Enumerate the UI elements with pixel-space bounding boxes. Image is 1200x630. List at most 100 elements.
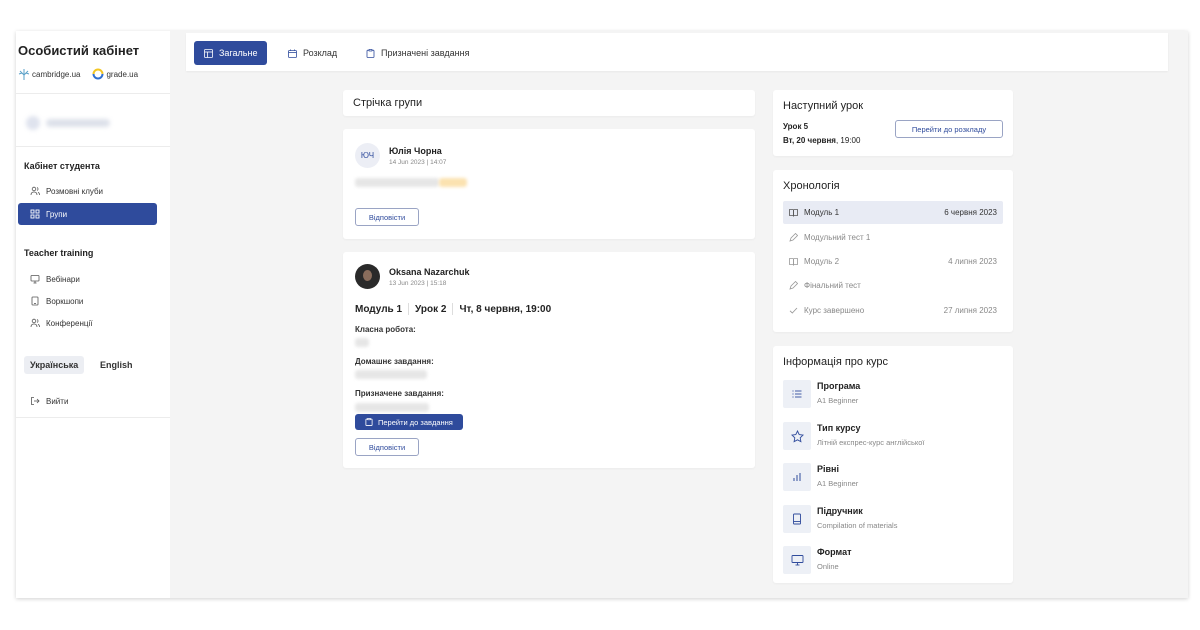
- post-author: Oksana Nazarchuk: [389, 266, 470, 277]
- user-profile[interactable]: [26, 116, 110, 130]
- course-info-item-value: Online: [817, 562, 839, 571]
- module-label: Модуль 1: [355, 303, 403, 315]
- sidebar-item-webinars[interactable]: Вебінари: [18, 268, 157, 290]
- post-header: Oksana Nazarchuk 13 Jun 2023 | 15:18: [355, 264, 470, 289]
- tab-schedule[interactable]: Розклад: [278, 41, 347, 65]
- timeline-item[interactable]: Модуль 2 4 липня 2023: [783, 250, 1003, 273]
- sidebar-divider: [16, 93, 170, 94]
- post-author: Юлія Чорна: [389, 145, 442, 156]
- tab-bar: Загальне Розклад Призначені завдання: [186, 33, 1168, 71]
- post-header: ЮЧ Юлія Чорна 14 Jun 2023 | 14:07: [355, 143, 446, 168]
- post-emoji-blurred: [439, 178, 467, 187]
- language-ukrainian[interactable]: Українська: [24, 356, 85, 374]
- assigned-task-content-blurred: [355, 403, 429, 412]
- timeline-item-label: Модуль 2: [804, 257, 840, 266]
- timeline-item[interactable]: Фінальний тест: [783, 274, 1003, 297]
- feed-post: ЮЧ Юлія Чорна 14 Jun 2023 | 14:07 Відпов…: [343, 129, 755, 239]
- app-window: Особистий кабінет cambridge.ua grade.ua …: [16, 31, 1188, 598]
- homework-label: Домашнє завдання:: [355, 357, 434, 366]
- timeline-item[interactable]: Модульний тест 1: [783, 226, 1003, 249]
- sidebar-item-label: Конференції: [46, 318, 93, 328]
- cambridge-logo[interactable]: cambridge.ua: [18, 68, 80, 80]
- sidebar-title: Особистий кабінет: [18, 43, 140, 58]
- classwork-content-blurred: [355, 338, 369, 347]
- logout-icon: [30, 396, 40, 406]
- logout-label: Вийти: [46, 396, 69, 406]
- teacher-section-heading: Teacher training: [24, 248, 94, 258]
- timeline-item-date: 4 липня 2023: [948, 257, 997, 266]
- cambridge-tree-icon: [18, 69, 30, 80]
- timeline-item-date: 6 червня 2023: [944, 208, 997, 217]
- sidebar-item-label: Розмовні клуби: [46, 186, 104, 196]
- tab-assigned-tasks[interactable]: Призначені завдання: [356, 41, 479, 65]
- sidebar-item-label: Вебінари: [46, 274, 80, 284]
- go-to-schedule-button[interactable]: Перейти до розкладу: [895, 120, 1003, 138]
- grade-ring-icon: [92, 68, 104, 80]
- homework-content-blurred: [355, 370, 427, 379]
- book-icon: [789, 257, 798, 266]
- course-info-title: Інформація про курс: [783, 356, 889, 368]
- layout-icon: [204, 48, 213, 58]
- partner-logos: cambridge.ua grade.ua: [18, 68, 150, 80]
- tab-general[interactable]: Загальне: [194, 41, 268, 65]
- timeline-item[interactable]: Курс завершено 27 липня 2023: [783, 299, 1003, 322]
- classwork-label: Класна робота:: [355, 325, 416, 334]
- sidebar-item-conferences[interactable]: Конференції: [18, 312, 157, 334]
- clipboard-icon: [366, 48, 375, 58]
- lesson-datetime: Чт, 8 червня, 19:00: [459, 303, 552, 315]
- sidebar-item-workshops[interactable]: Воркшопи: [18, 290, 157, 312]
- course-info-item-program: Програма A1 Beginner: [783, 380, 860, 408]
- reply-button[interactable]: Відповісти: [355, 438, 419, 456]
- cambridge-logo-text: cambridge.ua: [32, 69, 81, 79]
- post-text-blurred: [355, 178, 439, 187]
- sidebar-item-label: Воркшопи: [46, 296, 84, 306]
- timeline-item[interactable]: Модуль 1 6 червня 2023: [783, 201, 1003, 224]
- language-english[interactable]: English: [94, 356, 139, 374]
- assigned-task-label: Призначене завдання:: [355, 389, 444, 398]
- post-date: 14 Jun 2023 | 14:07: [389, 158, 447, 166]
- course-info-item-value: A1 Beginner: [817, 479, 859, 488]
- lesson-label: Урок 2: [415, 303, 447, 315]
- sidebar-divider: [16, 146, 170, 147]
- course-info-item-levels: Рівні A1 Beginner: [783, 463, 858, 491]
- next-lesson-day: Вт, 20 червня: [783, 136, 836, 145]
- next-lesson-card: Наступний урок Урок 5 Вт, 20 червня, 19:…: [773, 90, 1013, 156]
- timeline-item-label: Фінальний тест: [804, 281, 861, 290]
- user-name-blurred: [46, 119, 110, 127]
- timeline-item-label: Курс завершено: [804, 306, 865, 315]
- author-photo: [355, 264, 380, 289]
- course-info-item-title: Програма: [817, 381, 861, 391]
- feed-header: Стрічка групи: [343, 90, 755, 116]
- author-initials-avatar: ЮЧ: [355, 143, 380, 168]
- star-icon: [783, 422, 811, 450]
- course-info-item-textbook: Підручник Compilation of materials: [783, 505, 897, 533]
- sidebar: Особистий кабінет cambridge.ua grade.ua …: [16, 31, 170, 598]
- student-section-heading: Кабінет студента: [24, 161, 100, 171]
- sidebar-item-speaking-clubs[interactable]: Розмовні клуби: [18, 180, 157, 202]
- next-lesson-title: Наступний урок: [783, 100, 864, 112]
- tablet-icon: [30, 296, 40, 306]
- post-date: 13 Jun 2023 | 15:18: [389, 279, 447, 287]
- go-to-task-button[interactable]: Перейти до завдання: [355, 414, 463, 430]
- reply-button[interactable]: Відповісти: [355, 208, 419, 226]
- timeline-card: Хронологія Модуль 1 6 червня 2023 Модуль…: [773, 170, 1013, 332]
- course-info-card: Інформація про курс Програма A1 Beginner …: [773, 346, 1013, 583]
- logout-button[interactable]: Вийти: [18, 390, 157, 412]
- sidebar-item-groups[interactable]: Групи: [18, 203, 157, 225]
- timeline-item-label: Модуль 1: [804, 208, 840, 217]
- monitor-icon: [30, 274, 40, 284]
- clipboard-icon: [365, 418, 373, 426]
- avatar: [26, 116, 40, 130]
- book-icon: [783, 505, 811, 533]
- feed-post: Oksana Nazarchuk 13 Jun 2023 | 15:18 Мод…: [343, 252, 755, 468]
- bar-chart-icon: [783, 463, 811, 491]
- next-lesson-number: Урок 5: [783, 122, 809, 131]
- pencil-icon: [789, 281, 798, 290]
- course-info-item-value: Літній експрес-курс англійської: [817, 438, 925, 447]
- grade-logo[interactable]: grade.ua: [92, 68, 138, 80]
- calendar-icon: [288, 49, 297, 58]
- grade-logo-text: grade.ua: [106, 69, 139, 79]
- course-info-item-value: Compilation of materials: [817, 521, 898, 530]
- monitor-icon: [783, 546, 811, 574]
- lesson-summary: Модуль 1 Урок 2 Чт, 8 червня, 19:00: [355, 303, 551, 315]
